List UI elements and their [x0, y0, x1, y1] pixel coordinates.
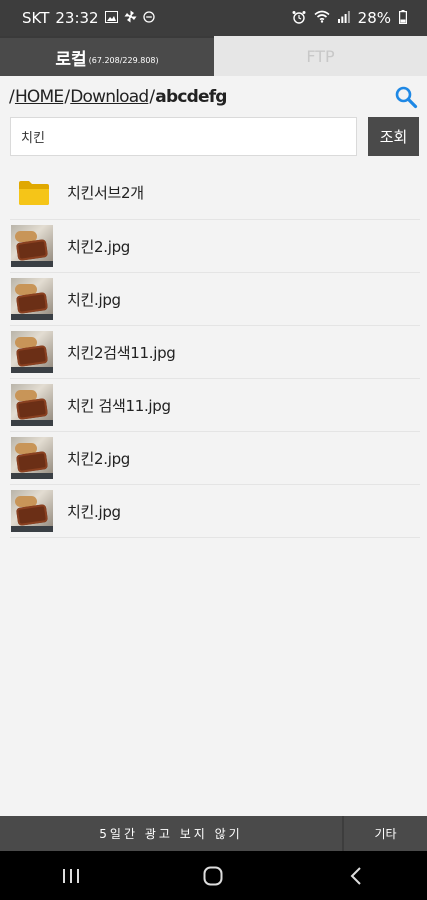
alarm-icon — [292, 10, 306, 27]
folder-icon — [18, 180, 50, 206]
list-item-folder[interactable]: 치킨서브2개 — [10, 166, 420, 220]
tab-local[interactable]: 로컬 (67.208/229.808) — [0, 36, 214, 76]
file-name: 치킨.jpg — [67, 290, 121, 309]
file-name: 치킨2.jpg — [67, 449, 131, 468]
image-thumbnail — [11, 225, 53, 267]
file-name: 치킨 검색11.jpg — [67, 396, 171, 415]
breadcrumb-current: abcdefg — [155, 87, 227, 107]
file-name: 치킨.jpg — [67, 502, 121, 521]
recent-apps-icon[interactable] — [41, 856, 101, 896]
search-row: 조회 — [10, 117, 419, 156]
search-input[interactable] — [10, 117, 357, 156]
list-item[interactable]: 치킨.jpg — [10, 273, 420, 326]
image-thumbnail — [11, 437, 53, 479]
search-button[interactable]: 조회 — [368, 117, 419, 156]
back-icon[interactable] — [326, 856, 386, 896]
breadcrumb-download[interactable]: Download — [70, 87, 149, 107]
gallery-icon — [104, 10, 118, 26]
clock: 23:32 — [55, 9, 99, 27]
home-icon[interactable] — [183, 856, 243, 896]
breadcrumb-separator: / — [149, 87, 155, 107]
breadcrumb-home[interactable]: HOME — [15, 87, 64, 107]
file-name: 치킨2검색11.jpg — [67, 343, 176, 362]
search-icon[interactable] — [393, 84, 419, 110]
wifi-icon — [314, 10, 330, 26]
dnd-icon — [142, 10, 155, 26]
status-bar: SKT 23:32 28% — [0, 0, 427, 36]
list-item[interactable]: 치킨2검색11.jpg — [10, 326, 420, 379]
file-list: 치킨서브2개 치킨2.jpg 치킨.jpg 치킨2검색11.jpg 치킨 검색1… — [10, 166, 420, 538]
breadcrumb-separator: / — [9, 87, 15, 107]
image-thumbnail — [11, 278, 53, 320]
carrier-label: SKT — [22, 9, 50, 27]
breadcrumb-separator: / — [64, 87, 70, 107]
image-thumbnail — [11, 384, 53, 426]
image-thumbnail — [11, 331, 53, 373]
tab-local-label: 로컬 — [55, 49, 87, 70]
file-name: 치킨2.jpg — [67, 237, 131, 256]
storage-tabs: 로컬 (67.208/229.808) FTP — [0, 36, 427, 76]
system-nav-bar — [0, 851, 427, 900]
tab-ftp[interactable]: FTP — [214, 36, 427, 76]
breadcrumb: / HOME / Download / abcdefg — [8, 84, 419, 110]
etc-button[interactable]: 기타 — [344, 816, 427, 851]
file-name: 치킨서브2개 — [67, 184, 144, 202]
list-item[interactable]: 치킨2.jpg — [10, 432, 420, 485]
battery-icon — [399, 9, 408, 27]
image-thumbnail — [11, 490, 53, 532]
pinwheel-icon — [124, 10, 137, 26]
tab-local-storage: (67.208/229.808) — [88, 55, 159, 65]
list-item[interactable]: 치킨2.jpg — [10, 220, 420, 273]
battery-percent: 28% — [357, 9, 391, 27]
hide-ads-button[interactable]: 5일간 광고 보지 않기 — [0, 816, 342, 851]
tab-ftp-label: FTP — [306, 46, 335, 66]
ad-bar: 5일간 광고 보지 않기 기타 — [0, 816, 427, 851]
signal-icon — [337, 10, 350, 26]
list-item[interactable]: 치킨.jpg — [10, 485, 420, 538]
list-item[interactable]: 치킨 검색11.jpg — [10, 379, 420, 432]
